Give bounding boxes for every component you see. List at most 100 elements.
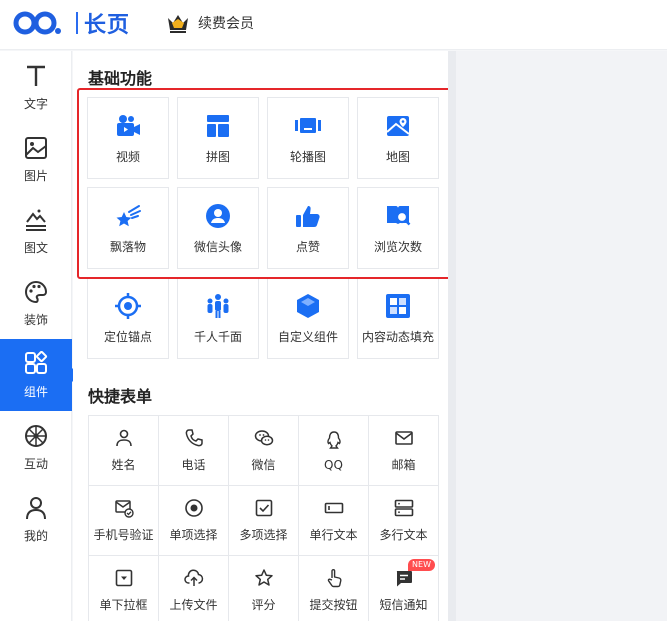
form-item-dropdown[interactable]: 单下拉框 [89,556,159,621]
tile-view-count[interactable]: 浏览次数 [357,187,439,269]
form-item-single-choice[interactable]: 单项选择 [159,486,229,556]
dropdown-icon [115,569,132,587]
qq-icon [326,430,341,449]
palette-icon [25,280,48,303]
left-rail: 文字 图片 图文 装饰 组件 互动 我的 [0,51,79,621]
view-count-icon [387,205,411,225]
panel-scrollbar[interactable] [448,51,456,621]
tile-custom-component[interactable]: 自定义组件 [267,277,349,359]
avatar-icon [206,203,230,228]
mail-icon [394,431,413,445]
form-item-label: 微信 [251,458,276,472]
star-icon [254,569,273,586]
tile-wechat-avatar[interactable]: 微信头像 [177,187,259,269]
cube-icon [297,293,319,318]
renew-label: 续费会员 [198,16,254,32]
wechat-icon [254,430,273,446]
anchor-target-icon [115,292,141,319]
form-item-rating[interactable]: 评分 [229,556,299,621]
rail-item-decoration[interactable]: 装饰 [0,267,72,339]
form-item-label: 手机号验证 [93,528,154,542]
form-item-phone[interactable]: 电话 [159,416,229,486]
video-camera-icon [117,114,140,136]
form-grid: 姓名 电话 微信 QQ 邮箱 手机号验证 单项选择 多项选择 单行文本 多行文本… [88,415,439,621]
tile-label: 飘落物 [109,239,146,254]
rail-item-image[interactable]: 图片 [0,123,72,195]
tile-falling[interactable]: 飘落物 [87,187,169,269]
form-item-label: 提交按钮 [309,598,358,612]
rail-item-image-text[interactable]: 图文 [0,195,72,267]
form-item-multi-choice[interactable]: 多项选择 [229,486,299,556]
crowd-icon [207,293,229,318]
tile-carousel[interactable]: 轮播图 [267,97,349,179]
form-item-label: 单下拉框 [99,598,148,612]
tile-video[interactable]: 视频 [87,97,169,179]
brand-text: 长页 [84,13,131,38]
tap-icon [327,569,341,588]
logo-mark-icon [13,11,61,35]
user-icon [26,496,46,519]
component-panel: 基础功能 视频 拼图 轮播图 地图 飘落物 微信头像 点赞 浏览次数 定位锚点 … [73,51,456,621]
brand-logo[interactable]: 长页 [12,9,136,38]
shooting-star-icon [116,204,141,226]
rail-item-interaction[interactable]: 互动 [0,411,72,483]
form-item-name[interactable]: 姓名 [89,416,159,486]
form-item-label: 上传文件 [169,598,218,612]
tile-label: 千人千面 [193,329,242,344]
form-item-label: 电话 [181,458,206,472]
verify-mail-icon [114,500,134,518]
form-item-submit[interactable]: 提交按钮 [299,556,369,621]
radio-icon [184,499,203,517]
basic-section-title: 基础功能 [88,69,153,88]
form-item-multi-line[interactable]: 多行文本 [369,486,439,556]
form-item-phone-verify[interactable]: 手机号验证 [89,486,159,556]
form-item-upload[interactable]: 上传文件 [159,556,229,621]
form-item-label: 姓名 [111,458,136,472]
form-item-label: 邮箱 [391,458,416,472]
tile-collage[interactable]: 拼图 [177,97,259,179]
editor-canvas[interactable] [456,51,667,621]
form-item-label: 单项选择 [169,528,218,542]
multi-line-icon [394,499,413,517]
rail-item-label: 组件 [23,384,48,399]
tile-personalized[interactable]: 千人千面 [177,277,259,359]
rail-item-label: 装饰 [23,312,48,327]
wheel-icon [25,424,47,447]
form-item-sms[interactable]: NEW 短信通知 [369,556,439,621]
form-item-label: 单行文本 [309,528,358,542]
rail-item-components[interactable]: 组件 [0,339,79,411]
tile-label: 微信头像 [193,239,242,254]
form-item-qq[interactable]: QQ [299,416,369,486]
tile-label: 视频 [115,149,140,164]
component-icon [25,350,48,374]
sms-icon [396,571,412,587]
form-item-single-line[interactable]: 单行文本 [299,486,369,556]
renew-membership-button[interactable]: 续费会员 [166,11,254,35]
form-item-wechat[interactable]: 微信 [229,416,299,486]
tile-like[interactable]: 点赞 [267,187,349,269]
rail-item-mine[interactable]: 我的 [0,483,72,555]
tile-map[interactable]: 地图 [357,97,439,179]
collage-icon [207,114,229,137]
tile-label: 拼图 [205,149,230,164]
carousel-icon [295,117,321,133]
tile-label: 地图 [385,149,410,164]
form-item-email[interactable]: 邮箱 [369,416,439,486]
rail-item-label: 图片 [23,168,48,183]
form-section-title: 快捷表单 [88,387,153,406]
tile-anchor[interactable]: 定位锚点 [87,277,169,359]
form-item-label: 评分 [251,598,276,612]
crown-icon [168,15,188,33]
image-text-icon [26,209,46,231]
single-line-icon [324,502,343,514]
tile-label: 轮播图 [289,149,326,164]
form-item-label: 多行文本 [379,528,428,542]
rail-item-text[interactable]: 文字 [0,51,72,123]
form-item-label: 多项选择 [239,528,288,542]
rail-item-label: 文字 [23,96,48,111]
tile-label: 浏览次数 [373,239,422,254]
form-item-label: QQ [324,457,343,472]
tile-dynamic-fill[interactable]: 内容动态填充 [357,277,439,359]
tile-label: 定位锚点 [103,329,152,344]
top-header: 长页 续费会员 [0,0,667,50]
